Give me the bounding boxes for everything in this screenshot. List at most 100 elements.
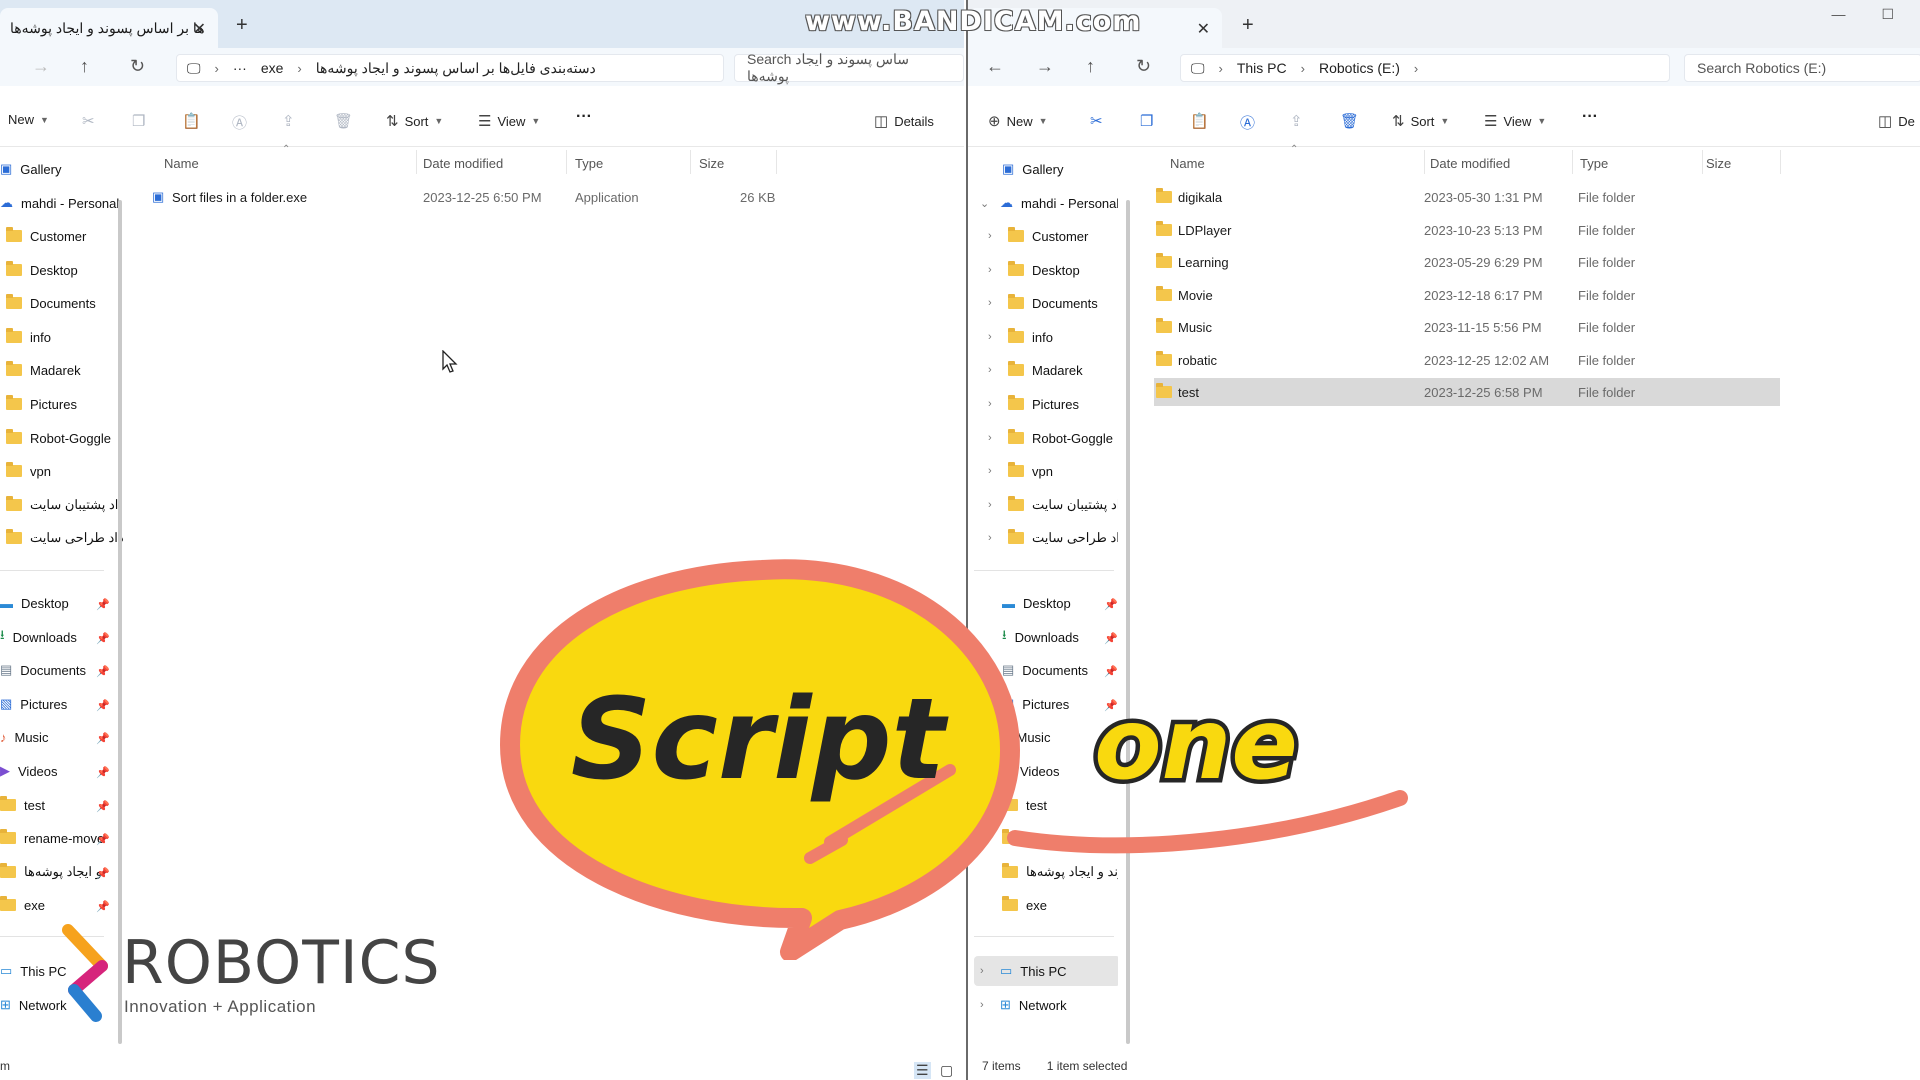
address-bar[interactable]: 🖵 › This PC › Robotics (E:) › — [1180, 54, 1670, 82]
nav-folder[interactable]: › Documents — [988, 290, 1098, 316]
quick-folder[interactable]: وند و ایجاد پوشه‌ها — [1002, 859, 1118, 885]
copy-button[interactable]: ❐ — [132, 112, 145, 130]
delete-button[interactable]: 🗑 — [334, 112, 353, 130]
quick-pictures[interactable]: ▧ Pictures — [1002, 691, 1069, 717]
search-input[interactable]: Search ساس پسوند و ایجاد پوشه‌ها — [734, 51, 964, 84]
nav-folder[interactable]: › info — [988, 324, 1053, 350]
refresh-icon[interactable]: ↻ — [130, 56, 145, 77]
view-button[interactable]: ☰ View ▼ — [1484, 112, 1546, 130]
nav-folder[interactable]: Documents — [6, 290, 96, 316]
folder-row[interactable]: Learning 2023-05-29 6:29 PM File folder — [1154, 248, 1780, 276]
details-view-icon[interactable]: ☰ — [914, 1062, 931, 1079]
quick-downloads[interactable]: ⭳ Downloads — [1002, 624, 1079, 650]
more-options-icon[interactable]: ··· — [1582, 108, 1598, 126]
nav-folder[interactable]: Customer — [6, 223, 86, 249]
quick-desktop[interactable]: ▬ Desktop — [1002, 590, 1071, 616]
nav-this-pc[interactable]: ▭ This PC — [0, 958, 67, 984]
tiles-view-icon[interactable]: ▢ — [940, 1062, 953, 1079]
tab-active[interactable]: ✕ — [968, 8, 1222, 48]
new-button[interactable]: New ▼ — [8, 112, 49, 127]
nav-network[interactable]: ⊞ Network — [0, 992, 67, 1018]
share-button[interactable]: ⇪ — [1290, 112, 1303, 130]
nav-folder[interactable]: › Robot-Goggle — [988, 425, 1113, 451]
close-tab-icon[interactable]: ✕ — [1197, 19, 1210, 39]
folder-row[interactable]: LDPlayer 2023-10-23 5:13 PM File folder — [1154, 216, 1780, 244]
quick-documents[interactable]: ▤ Documents — [1002, 657, 1088, 683]
nav-folder[interactable]: › Customer — [988, 223, 1088, 249]
nav-folder[interactable]: › Pictures — [988, 391, 1079, 417]
delete-button[interactable]: 🗑 — [1340, 112, 1359, 130]
address-bar[interactable]: 🖵 › ··· exe › دسته‌بندی فایل‌ها بر اساس … — [176, 54, 724, 82]
nav-folder[interactable]: › Desktop — [988, 257, 1080, 283]
quick-videos[interactable]: ▶ Videos — [0, 758, 58, 784]
minimize-icon[interactable]: — — [1831, 6, 1845, 23]
paste-button[interactable]: 📋 — [1190, 112, 1209, 130]
chevron-right-icon[interactable]: › — [988, 398, 1000, 410]
cut-button[interactable]: ✂ — [82, 112, 95, 130]
nav-scrollbar[interactable] — [1126, 200, 1130, 1044]
folder-row-selected[interactable]: test 2023-12-25 6:58 PM File folder — [1154, 378, 1780, 406]
nav-folder[interactable]: Robot-Goggle — [6, 425, 111, 451]
nav-scrollbar[interactable] — [118, 200, 122, 1044]
cut-button[interactable]: ✂ — [1090, 112, 1103, 130]
details-button[interactable]: ◫ Details — [874, 112, 934, 130]
folder-row[interactable]: Music 2023-11-15 5:56 PM File folder — [1154, 313, 1780, 341]
close-tab-icon[interactable]: ✕ — [193, 19, 206, 39]
more-icon[interactable]: ··· — [233, 60, 247, 76]
paste-button[interactable]: 📋 — [182, 112, 201, 130]
new-button[interactable]: ⊕ New ▼ — [988, 112, 1048, 130]
chevron-right-icon[interactable]: › — [988, 532, 1000, 544]
up-icon[interactable]: ↑ — [1086, 56, 1095, 77]
nav-network[interactable]: › ⊞ Network — [980, 992, 1067, 1018]
chevron-right-icon[interactable]: › — [988, 331, 1000, 343]
tab-active[interactable]: ها بر اساس پسوند و ایجاد پوشه‌ها ✕ — [0, 8, 218, 48]
chevron-right-icon[interactable]: › — [988, 465, 1000, 477]
nav-gallery[interactable]: ▣ Gallery — [0, 156, 61, 182]
column-type[interactable]: Type — [575, 156, 603, 171]
quick-folder[interactable] — [1002, 825, 1026, 851]
quick-folder[interactable]: و ایجاد پوشه‌ها — [0, 859, 102, 885]
nav-onedrive[interactable]: ☁ mahdi - Personal — [0, 190, 119, 216]
quick-downloads[interactable]: ⭳ Downloads — [0, 624, 77, 650]
new-tab-icon[interactable]: + — [1242, 14, 1254, 37]
nav-folder[interactable]: داد طراحی سایت — [6, 525, 124, 551]
quick-folder[interactable]: rename-move — [0, 825, 104, 851]
nav-this-pc[interactable]: › ▭ This PC — [974, 956, 1118, 986]
column-type[interactable]: Type — [1580, 156, 1608, 171]
sort-button[interactable]: ⇅ Sort ▼ — [386, 112, 443, 130]
nav-folder[interactable]: › Madarek — [988, 357, 1083, 383]
breadcrumb-this-pc[interactable]: This PC — [1237, 60, 1287, 76]
nav-folder[interactable]: › داد طراحی سایت — [988, 525, 1118, 551]
new-tab-icon[interactable]: + — [236, 14, 248, 37]
chevron-right-icon[interactable]: › — [988, 264, 1000, 276]
maximize-icon[interactable]: ☐ — [1881, 6, 1894, 23]
quick-documents[interactable]: ▤ Documents — [0, 657, 86, 683]
forward-icon[interactable]: → — [32, 56, 50, 77]
share-button[interactable]: ⇪ — [282, 112, 295, 130]
file-row[interactable]: ▣ Sort files in a folder.exe 2023-12-25 … — [150, 183, 780, 211]
quick-music[interactable]: ♪ Music — [1002, 724, 1050, 750]
column-date[interactable]: Date modified — [1430, 156, 1510, 171]
forward-icon[interactable]: → — [1036, 56, 1054, 77]
rename-button[interactable]: Ⓐ — [1240, 112, 1255, 133]
breadcrumb-drive[interactable]: Robotics (E:) — [1319, 60, 1400, 76]
nav-onedrive[interactable]: ⌄ ☁ mahdi - Personal — [980, 190, 1118, 216]
quick-folder[interactable]: exe — [0, 892, 45, 918]
chevron-right-icon[interactable]: › — [980, 965, 992, 977]
rename-button[interactable]: Ⓐ — [232, 112, 247, 133]
details-button[interactable]: ◫ De — [1878, 112, 1915, 130]
quick-folder[interactable]: test — [0, 792, 45, 818]
quick-folder[interactable]: test — [1002, 792, 1047, 818]
nav-folder[interactable]: Madarek — [6, 357, 81, 383]
chevron-right-icon[interactable]: › — [988, 499, 1000, 511]
chevron-right-icon[interactable]: › — [988, 297, 1000, 309]
chevron-right-icon[interactable]: › — [988, 230, 1000, 242]
sort-button[interactable]: ⇅ Sort ▼ — [1392, 112, 1449, 130]
quick-desktop[interactable]: ▬ Desktop — [0, 590, 69, 616]
folder-row[interactable]: Movie 2023-12-18 6:17 PM File folder — [1154, 281, 1780, 309]
quick-pictures[interactable]: ▧ Pictures — [0, 691, 67, 717]
view-button[interactable]: ☰ View ▼ — [478, 112, 540, 130]
column-date[interactable]: Date modified — [423, 156, 503, 171]
folder-row[interactable]: digikala 2023-05-30 1:31 PM File folder — [1154, 183, 1780, 211]
nav-gallery[interactable]: ▣ Gallery — [1002, 156, 1063, 182]
